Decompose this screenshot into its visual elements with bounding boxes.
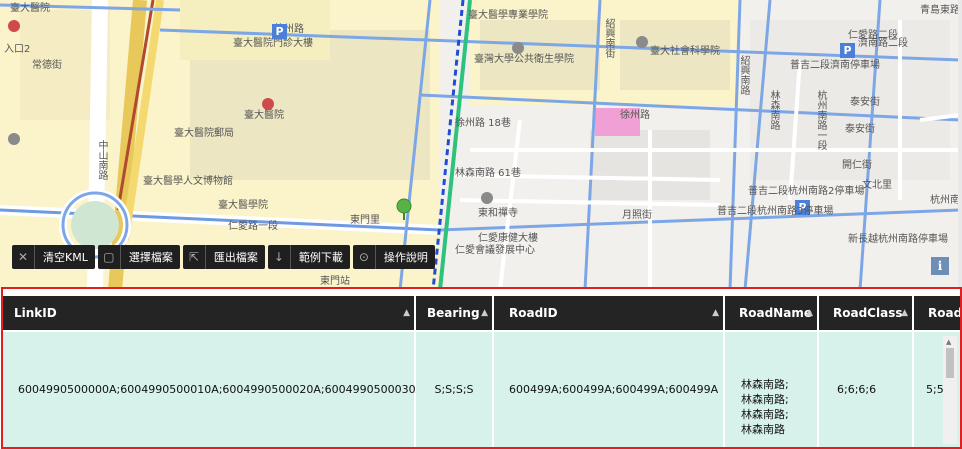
button-label: 操作說明: [383, 251, 428, 264]
button-label: 選擇檔案: [128, 251, 173, 264]
map-label: 仁愛路二段: [848, 30, 898, 41]
table-scrollbar[interactable]: ▲: [943, 336, 957, 444]
help-icon: ⊙: [353, 245, 376, 269]
download-icon: ↓: [268, 245, 291, 269]
map-label: 臺大醫院: [10, 3, 50, 14]
button-label: 匯出檔案: [213, 251, 258, 264]
map-label: 普吉二段濟南停車場: [790, 60, 880, 71]
map-label: 東和禪寺: [478, 208, 518, 219]
hospital-icon: [8, 20, 20, 32]
sort-icon: ▲: [712, 308, 719, 318]
map-label: 青島東路: [920, 5, 960, 16]
column-header-roadname[interactable]: RoadName ▲: [725, 296, 819, 330]
map-label: 臺大醫院郵局: [174, 128, 234, 139]
map-label: 泰安街: [845, 124, 875, 135]
parking-icon: P: [840, 43, 855, 58]
map-label: 紹興南路: [738, 55, 749, 95]
map-label: 臺大醫院門診大樓: [233, 38, 313, 49]
map-label: 紹興南街: [603, 18, 614, 58]
sort-icon: ▲: [901, 308, 908, 318]
help-button[interactable]: ⊙ 操作說明: [352, 245, 435, 269]
file-icon: ▢: [98, 245, 121, 269]
cell-roadid: 600499A;600499A;600499A;600499A: [494, 332, 725, 447]
map-label: 仁愛會議發展中心: [455, 245, 535, 256]
scroll-up-icon[interactable]: ▲: [946, 338, 951, 346]
place-icon: [8, 133, 20, 145]
temple-icon: [481, 192, 493, 204]
sort-icon: ▲: [806, 308, 813, 318]
map-label: 普吉二段杭州南路3停車場: [717, 206, 834, 217]
map-label: 開仁街: [842, 160, 872, 171]
button-label: 清空KML: [43, 251, 88, 264]
map-label: 仁愛路一段: [228, 221, 278, 232]
roadname-line: 林森南路;: [741, 378, 789, 391]
download-sample-button[interactable]: ↓ 範例下載: [267, 245, 350, 269]
column-header-roadclass[interactable]: RoadClass ▲: [819, 296, 914, 330]
hospital-icon: [262, 98, 274, 110]
table-header: LinkID ▲ Bearing ▲ RoadID ▲ RoadName ▲ RoadC…: [3, 296, 960, 330]
map-label: 普吉二段杭州南路2停車場: [748, 186, 865, 197]
table-row[interactable]: 6004990500000A;6004990500010A;6004990500…: [3, 332, 960, 447]
cell-roadclass: 6;6;6;6: [819, 332, 914, 447]
map-label: 新長越杭州南路停車場: [848, 234, 948, 245]
parking-icon: P: [272, 24, 287, 39]
export-icon: ⇱: [183, 245, 206, 269]
map-label: 臺大社會科學院: [650, 46, 720, 57]
map-label: 徐州路: [620, 110, 650, 121]
map-label: 臺灣大學公共衛生學院: [474, 54, 574, 65]
cell-bearing: S;S;S;S: [416, 332, 494, 447]
map-label: 杭州南路一段: [815, 90, 826, 150]
map-label: 林森南路 61巷: [455, 168, 521, 179]
map-label: 文北里: [862, 180, 892, 191]
column-header-bearing[interactable]: Bearing ▲: [416, 296, 494, 330]
choose-file-button[interactable]: ▢ 選擇檔案: [97, 245, 180, 269]
map-label: 林森南路: [768, 90, 779, 130]
cell-linkid: 6004990500000A;6004990500010A;6004990500…: [3, 332, 423, 447]
export-file-button[interactable]: ⇱ 匯出檔案: [182, 245, 265, 269]
map-label: 泰安街: [850, 97, 880, 108]
clear-kml-button[interactable]: ✕ 清空KML: [12, 245, 95, 269]
map-label: 中山南路: [96, 140, 107, 180]
column-header-linkid[interactable]: LinkID ▲: [3, 296, 416, 330]
column-header-road[interactable]: Road: [914, 296, 960, 330]
sort-icon: ▲: [481, 308, 488, 318]
map-label: 臺大醫院: [244, 110, 284, 121]
map-label: 臺大醫學人文博物館: [143, 176, 233, 187]
roadname-line: 林森南路: [741, 423, 785, 436]
sort-icon: ▲: [403, 308, 410, 318]
map-label: 常德街: [32, 60, 62, 71]
roadname-line: 林森南路;: [741, 393, 789, 406]
close-icon: ✕: [12, 245, 35, 269]
panel-edge: [958, 0, 962, 290]
map-label: 入口2: [4, 44, 31, 55]
attribute-table-panel: LinkID ▲ Bearing ▲ RoadID ▲ RoadName ▲ RoadC…: [1, 287, 962, 449]
scrollbar-thumb[interactable]: [946, 348, 954, 378]
button-label: 範例下載: [298, 251, 343, 264]
map-label: 徐州路 18巷: [455, 118, 511, 129]
map-label: 仁愛康健大樓: [478, 233, 538, 244]
map-label: 月照街: [622, 210, 652, 221]
map-label: 臺大醫學院: [218, 200, 268, 211]
roadname-line: 林森南路;: [741, 408, 789, 421]
school-icon: [636, 36, 648, 48]
map-label: 臺大醫學專業學院: [468, 10, 548, 21]
school-icon: [512, 42, 524, 54]
map-toolbar: ✕ 清空KML ▢ 選擇檔案 ⇱ 匯出檔案 ↓ 範例下載 ⊙ 操作說明: [12, 245, 435, 269]
info-button[interactable]: i: [931, 257, 949, 275]
map-label: 東門里: [350, 215, 380, 226]
map-view[interactable]: 臺大醫院 徐州路 入口2 常德街 臺大醫院門診大樓 P 臺大醫學專業學院 臺灣大…: [0, 0, 962, 290]
cell-roadname: 林森南路; 林森南路; 林森南路; 林森南路: [725, 332, 819, 447]
column-header-roadid[interactable]: RoadID ▲: [494, 296, 725, 330]
map-label: 東門站: [320, 276, 350, 287]
